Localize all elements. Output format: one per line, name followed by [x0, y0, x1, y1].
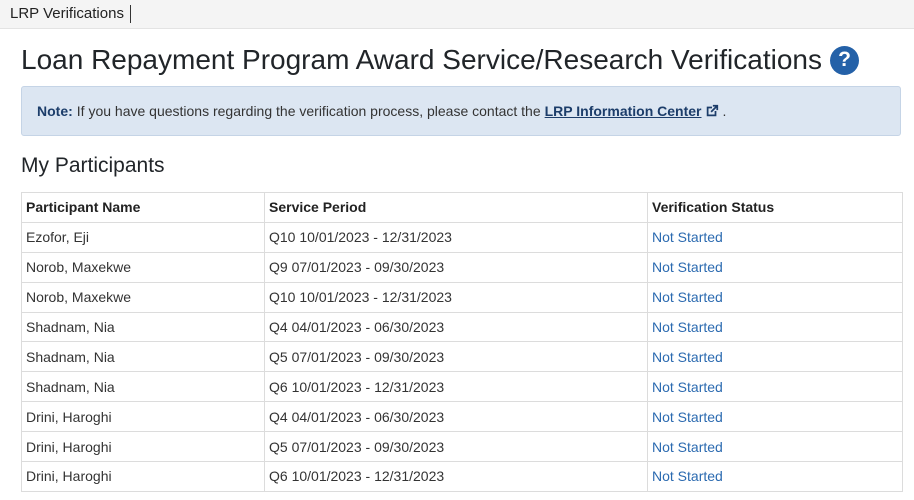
service-period-cell: Q10 10/01/2023 - 12/31/2023 — [264, 281, 648, 313]
note-banner: Note: If you have questions regarding th… — [21, 86, 901, 136]
header-verification-status: Verification Status — [647, 192, 903, 223]
table-row: Drini, Haroghi Q5 07/01/2023 - 09/30/2023… — [21, 431, 903, 463]
header-service-period: Service Period — [264, 192, 648, 223]
table-row: Norob, Maxekwe Q9 07/01/2023 - 09/30/2023… — [21, 251, 903, 283]
note-label: Note: — [37, 103, 73, 119]
table-row: Shadnam, Nia Q5 07/01/2023 - 09/30/2023 No… — [21, 341, 903, 373]
verification-status-link[interactable]: Not Started — [647, 251, 903, 283]
verification-status-link[interactable]: Not Started — [647, 431, 903, 463]
service-period-cell: Q9 07/01/2023 - 09/30/2023 — [264, 251, 648, 283]
participant-name-cell: Shadnam, Nia — [21, 311, 265, 343]
verification-status-link[interactable]: Not Started — [647, 281, 903, 313]
participant-name-cell: Norob, Maxekwe — [21, 251, 265, 283]
participants-table: Participant Name Service Period Verifica… — [21, 192, 903, 492]
header-participant-name: Participant Name — [21, 192, 265, 223]
verification-status-link[interactable]: Not Started — [647, 311, 903, 343]
lrp-information-center-link[interactable]: LRP Information Center — [545, 103, 719, 119]
service-period-cell: Q6 10/01/2023 - 12/31/2023 — [264, 371, 648, 403]
service-period-cell: Q6 10/01/2023 - 12/31/2023 — [264, 461, 648, 492]
note-end: . — [722, 103, 727, 119]
link-text: LRP Information Center — [544, 103, 702, 119]
table-row: Norob, Maxekwe Q10 10/01/2023 - 12/31/202… — [21, 281, 903, 313]
participant-name-cell: Shadnam, Nia — [21, 341, 265, 373]
participant-name-cell: Drini, Haroghi — [21, 431, 265, 463]
participant-name-cell: Ezofor, Eji — [21, 221, 265, 253]
table-row: Drini, Haroghi Q4 04/01/2023 - 06/30/2023… — [21, 401, 903, 433]
app-title: LRP Verifications — [10, 5, 131, 23]
table-row: Ezofor, Eji Q10 10/01/2023 - 12/31/2023 No… — [21, 221, 903, 253]
verification-status-link[interactable]: Not Started — [647, 221, 903, 253]
page-title-text: Loan Repayment Program Award Service/Res… — [21, 44, 822, 75]
note-text: If you have questions regarding the veri… — [76, 103, 541, 119]
participant-name-cell: Norob, Maxekwe — [21, 281, 265, 313]
table-header-row: Participant Name Service Period Verifica… — [21, 192, 903, 223]
verification-status-link[interactable]: Not Started — [647, 461, 903, 492]
participant-name-cell: Shadnam, Nia — [21, 371, 265, 403]
verification-status-link[interactable]: Not Started — [647, 371, 903, 403]
verification-status-link[interactable]: Not Started — [647, 341, 903, 373]
table-row: Shadnam, Nia Q4 04/01/2023 - 06/30/2023 No… — [21, 311, 903, 343]
verification-status-link[interactable]: Not Started — [647, 401, 903, 433]
participant-name-cell: Drini, Haroghi — [21, 401, 265, 433]
external-link-icon — [706, 104, 718, 117]
service-period-cell: Q5 07/01/2023 - 09/30/2023 — [264, 431, 648, 463]
table-row: Shadnam, Nia Q6 10/01/2023 - 12/31/2023 No… — [21, 371, 903, 403]
participant-name-cell: Drini, Haroghi — [21, 461, 265, 492]
service-period-cell: Q4 04/01/2023 - 06/30/2023 — [264, 311, 648, 343]
top-bar: LRP Verifications — [0, 0, 914, 29]
page-title: Loan Repayment Program Award Service/Res… — [21, 43, 902, 77]
service-period-cell: Q5 07/01/2023 - 09/30/2023 — [264, 341, 648, 373]
main-content: Loan Repayment Program Award Service/Res… — [0, 43, 914, 492]
table-row: Drini, Haroghi Q6 10/01/2023 - 12/31/2023… — [21, 461, 903, 492]
service-period-cell: Q4 04/01/2023 - 06/30/2023 — [264, 401, 648, 433]
service-period-cell: Q10 10/01/2023 - 12/31/2023 — [264, 221, 648, 253]
question-circle-icon[interactable]: ? — [830, 45, 859, 75]
section-title: My Participants — [21, 154, 165, 177]
